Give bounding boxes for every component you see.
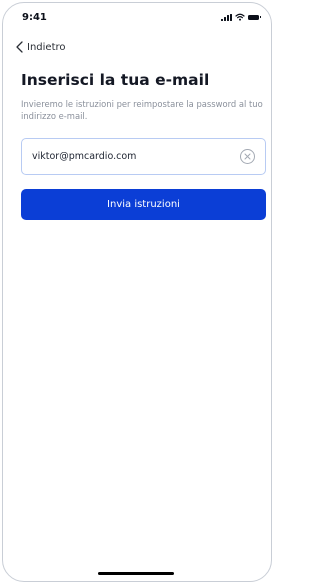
home-indicator	[98, 572, 174, 575]
back-button[interactable]: Indietro	[16, 41, 66, 53]
email-input[interactable]	[32, 139, 232, 174]
back-label: Indietro	[27, 41, 66, 53]
status-icons	[221, 13, 261, 21]
email-field[interactable]	[21, 138, 266, 175]
battery-icon	[248, 14, 261, 20]
signal-icon	[221, 13, 232, 21]
page-description: Invieremo le istruzioni per reimpostare …	[21, 99, 263, 121]
status-time: 9:41	[22, 12, 47, 23]
send-instructions-button[interactable]: Invia istruzioni	[21, 189, 266, 220]
page-title: Inserisci la tua e-mail	[21, 71, 210, 89]
phone-frame: 9:41 Indietro Inserisci la tua e-mail In…	[2, 2, 272, 582]
status-bar: 9:41	[3, 3, 271, 25]
clear-circle-icon[interactable]	[239, 148, 256, 165]
wifi-icon	[235, 13, 245, 21]
chevron-left-icon	[16, 41, 23, 53]
